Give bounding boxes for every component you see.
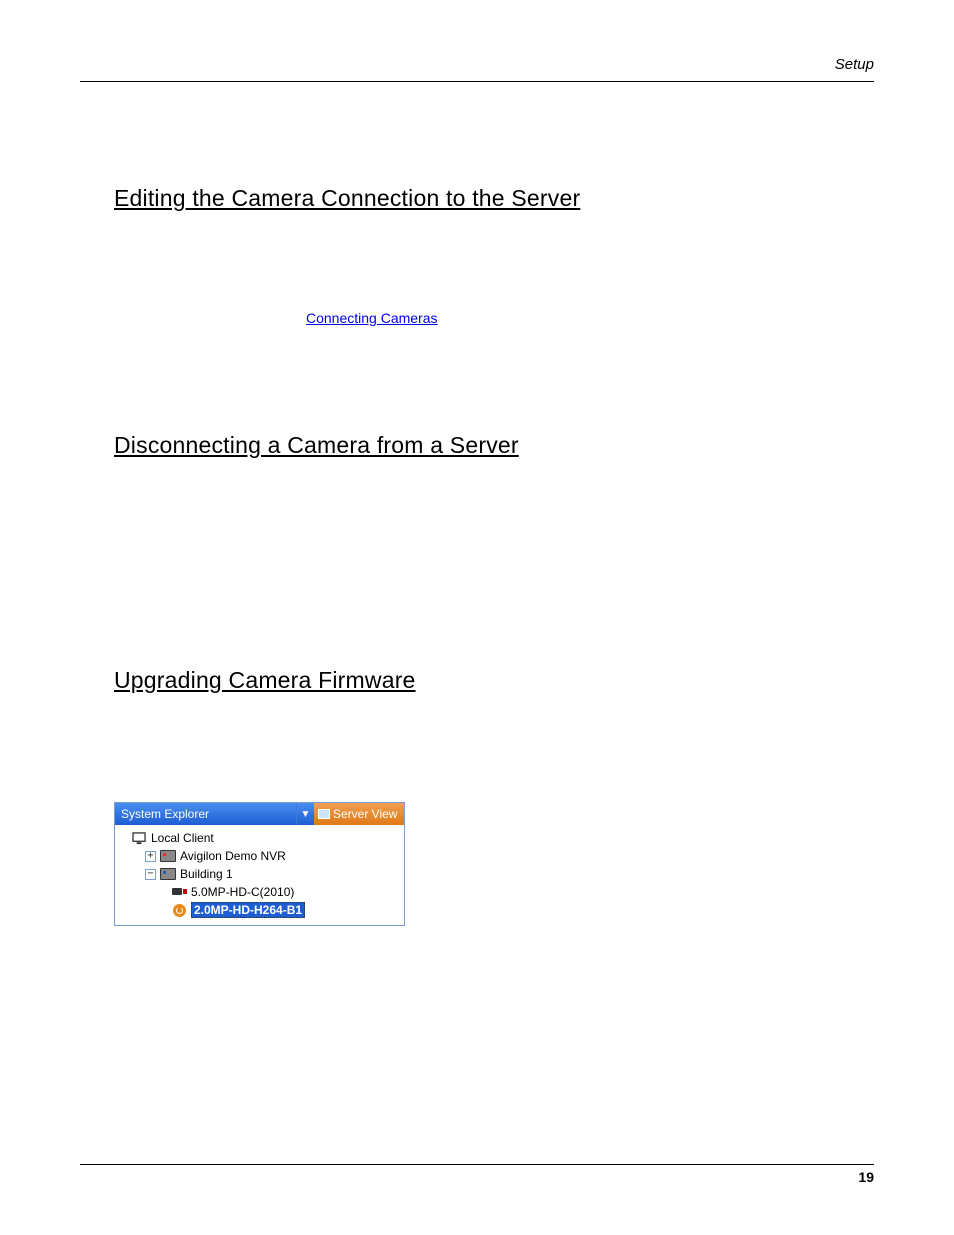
page-footer: 19 — [80, 1164, 874, 1185]
server-icon — [160, 867, 176, 881]
page: Setup Editing the Camera Connection to t… — [0, 0, 954, 1235]
client-icon — [131, 831, 147, 845]
tree-node-label: Building 1 — [180, 867, 233, 881]
system-explorer-header: System Explorer ▼ Server View — [115, 803, 404, 825]
spacer — [114, 712, 874, 802]
page-header: Setup — [80, 56, 874, 82]
camera-icon — [171, 885, 187, 899]
link-row: Connecting Cameras — [114, 310, 874, 328]
spacer — [114, 230, 874, 310]
explorer-tree: Local Client + Avigilon Demo NVR − Build… — [115, 825, 404, 925]
tree-node-row[interactable]: + Avigilon Demo NVR — [119, 847, 400, 865]
tree-leaf-label: 5.0MP-HD-C(2010) — [191, 885, 294, 899]
tree-leaf-label-selected: 2.0MP-HD-H264-B1 — [191, 902, 305, 918]
server-view-icon — [318, 809, 330, 819]
expand-button[interactable]: + — [145, 851, 156, 862]
page-content: Editing the Camera Connection to the Ser… — [114, 185, 874, 926]
heading-disconnecting-camera: Disconnecting a Camera from a Server — [114, 432, 874, 459]
server-view-button[interactable]: Server View — [314, 803, 404, 825]
spacer — [114, 477, 874, 667]
tree-root-row[interactable]: Local Client — [119, 829, 400, 847]
system-explorer-panel: System Explorer ▼ Server View Local Clie… — [114, 802, 405, 926]
chevron-down-icon: ▼ — [301, 809, 311, 820]
header-section-label: Setup — [80, 56, 874, 79]
server-view-label: Server View — [333, 807, 397, 821]
header-rule — [80, 81, 874, 82]
tree-node-row[interactable]: − Building 1 — [119, 865, 400, 883]
heading-editing-connection: Editing the Camera Connection to the Ser… — [114, 185, 874, 212]
tree-leaf-row[interactable]: 5.0MP-HD-C(2010) — [119, 883, 400, 901]
server-icon — [160, 849, 176, 863]
spacer — [114, 348, 874, 432]
heading-upgrading-firmware: Upgrading Camera Firmware — [114, 667, 874, 694]
tree-root-label: Local Client — [151, 831, 214, 845]
system-explorer-title: System Explorer — [115, 803, 296, 825]
footer-rule — [80, 1164, 874, 1165]
tree-node-label: Avigilon Demo NVR — [180, 849, 286, 863]
page-number: 19 — [80, 1169, 874, 1185]
collapse-button[interactable]: − — [145, 869, 156, 880]
firmware-update-icon — [171, 903, 187, 917]
connecting-cameras-link[interactable]: Connecting Cameras — [114, 310, 438, 326]
tree-leaf-row-selected[interactable]: 2.0MP-HD-H264-B1 — [119, 901, 400, 919]
explorer-dropdown-button[interactable]: ▼ — [296, 803, 314, 825]
